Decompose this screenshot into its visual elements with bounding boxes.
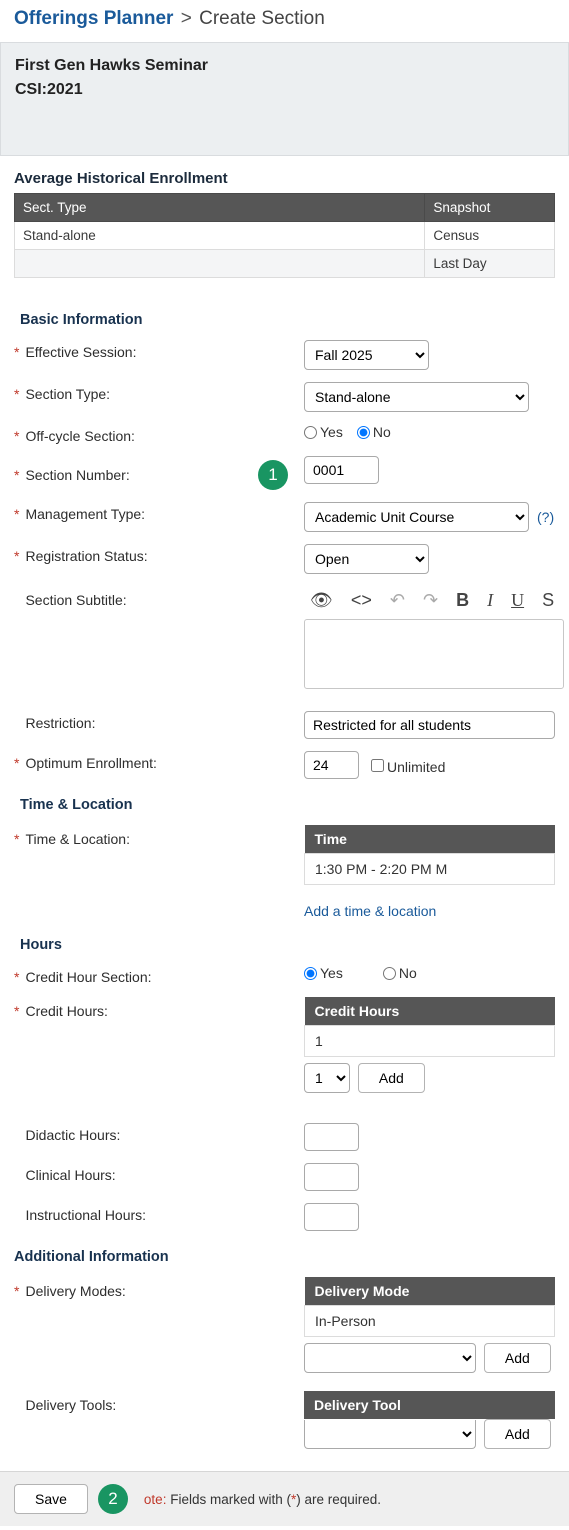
input-opt-enroll[interactable] [304,751,359,779]
label-restriction: Restriction: [25,715,95,731]
label-instructional: Instructional Hours: [25,1207,146,1223]
delivery-tool-table: Delivery Tool [304,1391,555,1419]
select-delivery-mode[interactable] [304,1343,476,1373]
label-delivery-modes: Delivery Modes: [25,1283,125,1299]
select-mgmt-type[interactable]: Academic Unit Course [304,502,529,532]
redo-icon[interactable]: ↷ [423,590,438,611]
label-time-location: Time & Location: [25,831,130,847]
breadcrumb-current: Create Section [199,8,325,29]
marker-2: 2 [98,1484,128,1514]
radio-label-yes: Yes [320,424,343,440]
add-credit-hours-button[interactable]: Add [358,1063,425,1093]
label-off-cycle: Off-cycle Section: [25,428,134,444]
footer-note: ote: Fields marked with (*) are required… [144,1492,381,1507]
radio-offcycle-yes[interactable] [304,426,317,439]
breadcrumb: Offerings Planner > Create Section [0,0,569,42]
additional-heading: Additional Information [14,1249,555,1265]
time-loc-heading: Time & Location [20,797,555,813]
add-time-location-link[interactable]: Add a time & location [304,903,436,919]
marker-1: 1 [258,460,288,490]
table-row: In-Person [305,1306,555,1337]
bold-icon[interactable]: B [456,590,469,611]
label-unlimited: Unlimited [387,759,445,775]
underline-icon[interactable]: U [511,590,524,611]
hours-heading: Hours [20,937,555,953]
label-credit-hour-section: Credit Hour Section: [25,969,151,985]
label-credit-hours: Credit Hours: [25,1003,107,1019]
label-didactic: Didactic Hours: [25,1127,120,1143]
select-effective-session[interactable]: Fall 2025 [304,340,429,370]
radio-label-no2: No [399,965,417,981]
course-code: CSI:2021 [15,81,554,99]
table-row: 1 [305,1026,555,1057]
label-delivery-tools: Delivery Tools: [25,1397,116,1413]
footer-bar: Save 2 ote: Fields marked with (*) are r… [0,1471,569,1526]
label-effective-session: Effective Session: [25,344,136,360]
course-title: First Gen Hawks Seminar [15,57,554,75]
select-reg-status[interactable]: Open [304,544,429,574]
radio-offcycle-no[interactable] [357,426,370,439]
label-section-type: Section Type: [25,386,110,402]
add-delivery-tool-button[interactable]: Add [484,1419,551,1449]
basic-info-heading: Basic Information [20,312,555,328]
credit-hours-table: Credit Hours 1 [304,997,555,1057]
label-clinical: Clinical Hours: [25,1167,115,1183]
breadcrumb-separator: > [181,8,192,29]
input-clinical[interactable] [304,1163,359,1191]
time-location-table: Time 1:30 PM - 2:20 PM M [304,825,555,885]
col-time: Time [305,825,555,854]
strike-icon[interactable]: S [542,590,554,611]
col-delivery-mode: Delivery Mode [305,1277,555,1306]
col-delivery-tool: Delivery Tool [304,1391,555,1419]
radio-label-yes2: Yes [320,965,343,981]
select-section-type[interactable]: Stand-alone [304,382,529,412]
label-mgmt-type: Management Type: [25,506,145,522]
input-section-number[interactable] [304,456,379,484]
delivery-mode-table: Delivery Mode In-Person [304,1277,555,1337]
enrollment-heading: Average Historical Enrollment [14,170,555,187]
table-row: 1:30 PM - 2:20 PM M [305,854,555,885]
help-mgmt-type[interactable]: (?) [537,509,554,525]
italic-icon[interactable]: I [487,590,493,611]
input-instructional[interactable] [304,1203,359,1231]
checkbox-unlimited[interactable] [371,759,384,772]
add-delivery-mode-button[interactable]: Add [484,1343,551,1373]
radio-label-no: No [373,424,391,440]
source-icon[interactable]: <> [351,590,372,611]
time-value: 1:30 PM - 2:20 PM M [305,854,555,885]
col-sect-type: Sect. Type [15,194,425,222]
table-row: Last Day [15,250,555,278]
table-row: Stand-alone Census [15,222,555,250]
preview-icon[interactable]: 👁 [310,590,333,611]
enrollment-table: Sect. Type Snapshot Stand-alone Census L… [14,193,555,278]
input-restriction[interactable] [304,711,555,739]
label-opt-enroll: Optimum Enrollment: [25,755,156,771]
breadcrumb-root[interactable]: Offerings Planner [14,8,173,29]
save-button[interactable]: Save [14,1484,88,1514]
input-didactic[interactable] [304,1123,359,1151]
rte-editor[interactable] [304,619,564,689]
label-section-number: Section Number: [25,467,129,483]
col-snapshot: Snapshot [425,194,555,222]
undo-icon[interactable]: ↶ [390,590,405,611]
col-credit-hours: Credit Hours [305,997,555,1026]
select-delivery-tool[interactable] [304,1420,476,1449]
rte-toolbar: 👁 <> ↶ ↷ B I U S [304,586,555,615]
label-reg-status: Registration Status: [25,548,147,564]
radio-chs-no[interactable] [383,967,396,980]
label-subtitle: Section Subtitle: [25,592,126,608]
course-header: First Gen Hawks Seminar CSI:2021 [0,42,569,156]
select-credit-hours[interactable]: 1 [304,1063,350,1093]
radio-chs-yes[interactable] [304,967,317,980]
required-mark: * [14,344,19,360]
